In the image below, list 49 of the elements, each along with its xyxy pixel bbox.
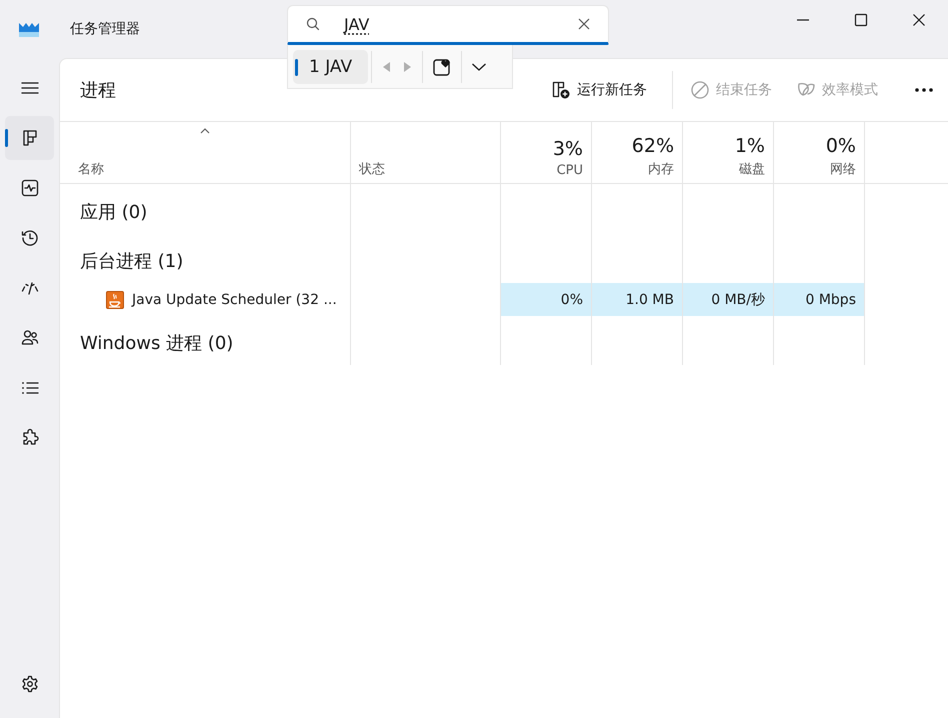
- usage-cell: 0 Mbps: [774, 283, 865, 316]
- search-field[interactable]: JAV: [287, 5, 609, 45]
- run-task-icon: [551, 80, 571, 100]
- coffee-cup-icon: [106, 290, 124, 308]
- usage-value: 3%: [552, 138, 583, 160]
- group-header[interactable]: 后台进程 (1): [80, 249, 184, 273]
- triangle-left-icon: [381, 60, 392, 72]
- pulse-chart-icon: [20, 178, 40, 198]
- chevron-down-icon: [471, 62, 488, 72]
- settings-icon: [20, 674, 40, 694]
- column-label: 内存: [648, 161, 674, 178]
- column-label: 磁盘: [739, 161, 765, 178]
- heart-box-icon: [432, 56, 452, 76]
- usage-cell: 1.0 MB: [592, 283, 683, 316]
- column-label: CPU: [556, 163, 583, 178]
- usage-value: 62%: [632, 135, 674, 157]
- prohibited-icon: [690, 80, 710, 100]
- triangle-right-icon: [403, 60, 414, 72]
- sort-ascending-icon: [200, 128, 210, 134]
- suggestion-item[interactable]: 1 JAV: [293, 50, 368, 84]
- search-text: JAV: [344, 14, 370, 34]
- usage-value: 0%: [826, 135, 856, 157]
- toolbar-button[interactable]: 运行新任务: [543, 74, 655, 106]
- usage-value: 1%: [734, 135, 765, 157]
- maximize-icon: [854, 13, 868, 27]
- column-header[interactable]: 62% 内存: [592, 122, 683, 184]
- usage-cell: 0 MB/秒: [683, 283, 774, 316]
- close-icon: [912, 13, 926, 27]
- search-icon: [306, 17, 320, 31]
- page-title: 进程: [80, 79, 117, 102]
- nav-tab[interactable]: [5, 116, 54, 160]
- column-header[interactable]: 1% 磁盘: [683, 122, 774, 184]
- app-logo-icon: [19, 21, 39, 37]
- group-header[interactable]: Windows 进程 (0): [80, 331, 234, 355]
- column-header[interactable]: 名称: [60, 122, 351, 184]
- window-title: 任务管理器: [70, 20, 140, 38]
- group-header[interactable]: 应用 (0): [80, 200, 148, 224]
- column-header[interactable]: 状态: [351, 122, 501, 184]
- column-label: 状态: [359, 161, 386, 178]
- close-icon: [578, 18, 590, 30]
- column-header[interactable]: 3% CPU: [501, 122, 592, 184]
- more-icon: [914, 87, 934, 93]
- usage-cell: 0%: [501, 283, 592, 316]
- column-label: 名称: [78, 161, 105, 178]
- column-label: 网络: [830, 161, 856, 178]
- clock-history-icon: [20, 228, 40, 248]
- process-name[interactable]: Java Update Scheduler (32 ...: [132, 292, 337, 308]
- column-header[interactable]: 0% 网络: [774, 122, 865, 184]
- minimize-icon: [796, 19, 810, 21]
